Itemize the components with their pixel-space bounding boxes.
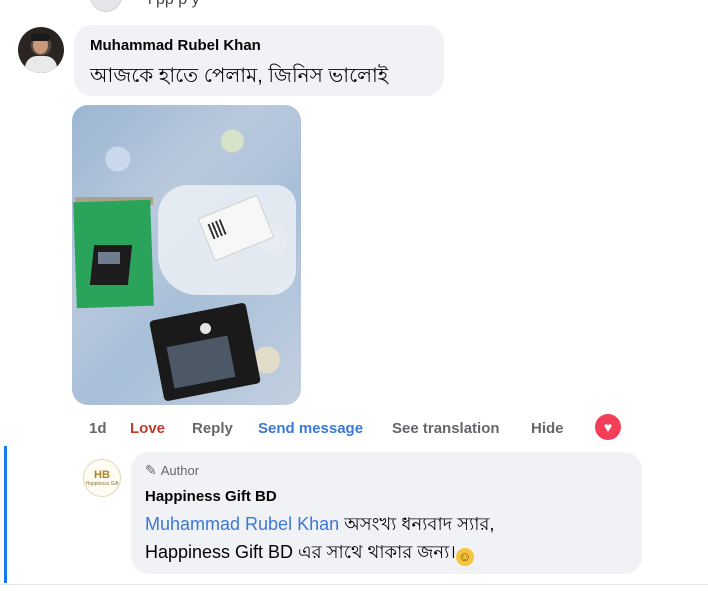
avatar-shirt [25, 56, 57, 73]
solar-lamp-sensor [200, 323, 211, 334]
heart-icon[interactable]: ♥ [595, 414, 621, 440]
page-avatar-subtext: Happiness Gift [85, 480, 119, 487]
reply-bubble: ✎ Author Happiness Gift BD Muhammad Rubel… [131, 452, 642, 574]
avatar-hair [31, 33, 50, 41]
previous-comment-text: l pp p y [148, 0, 200, 9]
hide-button[interactable]: Hide [531, 420, 564, 437]
page-avatar[interactable]: HB Happiness Gift [83, 459, 121, 497]
previous-commenter-avatar[interactable] [90, 0, 122, 12]
author-badge-label: Author [160, 463, 200, 478]
divider [0, 584, 708, 585]
love-reaction-button[interactable]: Love [130, 420, 165, 437]
reply-button[interactable]: Reply [192, 420, 233, 437]
reply-text: Muhammad Rubel Khan অসংখ্য ধন্যবাদ স্যার… [145, 510, 635, 566]
pen-icon: ✎ [145, 462, 157, 478]
box-lamp-print [89, 245, 133, 285]
reply-thread-line [4, 446, 7, 583]
smile-emoji-icon: ☺ [455, 548, 474, 566]
commenter-avatar[interactable] [18, 27, 64, 73]
mention-link[interactable]: Muhammad Rubel Khan [145, 514, 339, 534]
see-translation-button[interactable]: See translation [392, 420, 500, 437]
reply-text-line1: অসংখ্য ধন্যবাদ স্যার, [339, 514, 495, 534]
reply-author[interactable]: Happiness Gift BD [145, 488, 277, 505]
comment-author[interactable]: Muhammad Rubel Khan [90, 37, 261, 54]
page-avatar-initials: HB [94, 468, 110, 481]
qr-code [207, 218, 229, 240]
author-badge: ✎ Author [145, 462, 199, 479]
box-lamp-panel [98, 252, 120, 264]
comment-text: আজকে হাতে পেলাম, জিনিস ভালোই [90, 65, 389, 87]
reply-text-line2: Happiness Gift BD এর সাথে থাকার জন্য। [145, 542, 456, 562]
comment-timestamp[interactable]: 1d [89, 420, 107, 437]
send-message-button[interactable]: Send message [258, 420, 363, 437]
comment-bubble: Muhammad Rubel Khan আজকে হাতে পেলাম, জিন… [74, 25, 444, 96]
comment-photo[interactable] [72, 105, 301, 405]
